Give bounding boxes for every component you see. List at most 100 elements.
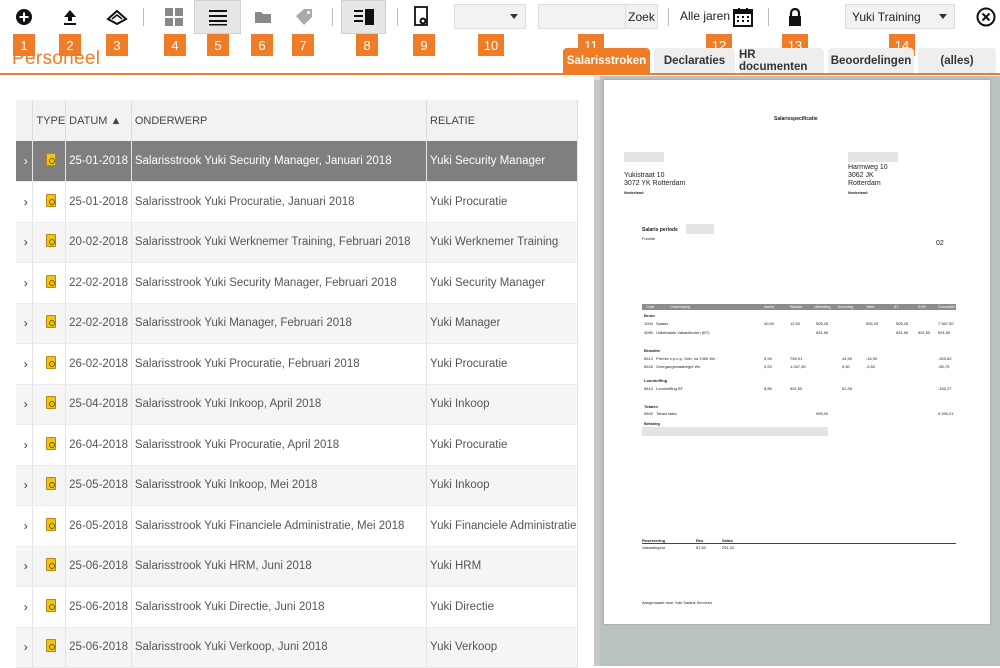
expand-row-icon[interactable]: ›: [16, 384, 34, 425]
redacted-block: [624, 152, 664, 162]
tab-hr-documenten[interactable]: HR documenten: [739, 48, 824, 74]
payslip-line-desc: Premie c.p.n.p. Geb. na 1950 Wn: [656, 356, 716, 361]
column-header-onderwerp[interactable]: ONDERWERP: [131, 100, 428, 141]
type-select[interactable]: [454, 4, 526, 29]
relatie-cell: Yuki Inkoop: [426, 465, 578, 506]
expand-row-icon[interactable]: ›: [16, 505, 34, 547]
payslip-column-header: Tabel: [866, 305, 875, 309]
close-icon[interactable]: [973, 4, 999, 30]
domain-select[interactable]: Yuki Training: [845, 4, 955, 29]
payslip-line-code: 1000: [644, 321, 653, 326]
type-cell: [32, 181, 67, 223]
datum-cell: 25-04-2018: [65, 384, 132, 425]
expand-row-icon[interactable]: ›: [16, 424, 34, 466]
table-row[interactable]: › 26-05-2018 Salarisstrook Yuki Financiele…: [16, 505, 578, 547]
reservation-item: Vakantiegeld: [642, 545, 665, 550]
relatie-cell: Yuki Security Manager: [426, 262, 578, 304]
expand-row-icon[interactable]: ›: [16, 181, 34, 223]
table-row[interactable]: › 22-02-2018 Salarisstrook Yuki Security M…: [16, 262, 578, 304]
payslip-line-bt: 506,25: [896, 321, 909, 326]
payslip-document-icon: [45, 517, 56, 531]
relatie-cell: Yuki Directie: [426, 586, 578, 628]
search-button[interactable]: Zoek: [626, 4, 658, 29]
folder-icon[interactable]: [250, 4, 276, 30]
calendar-icon[interactable]: [730, 4, 756, 30]
table-row[interactable]: › 26-02-2018 Salarisstrook Yuki Procuratie…: [16, 343, 578, 385]
payslip-column-header: Omschrijving: [670, 305, 691, 309]
payslip-document-icon: [45, 234, 56, 248]
preview-pane-icon[interactable]: [351, 4, 377, 30]
payslip-line-uit: 591,50: [816, 330, 829, 335]
sender-country: Nederland: [624, 190, 644, 195]
toolbar: Zoek Alle jaren Yuki Training: [0, 0, 1000, 34]
table-row[interactable]: › 25-05-2018 Salarisstrook Yuki Inkoop, Me…: [16, 465, 578, 506]
column-header-relatie[interactable]: RELATIE: [426, 100, 578, 141]
expand-row-icon[interactable]: ›: [16, 465, 34, 506]
tab-alles[interactable]: (alles): [918, 48, 996, 74]
payslip-column-header: Inhouding: [838, 305, 854, 309]
toolbar-divider: [668, 8, 669, 26]
expand-row-icon[interactable]: ›: [16, 546, 34, 587]
callout-badge: 10: [478, 34, 504, 56]
column-header-type[interactable]: TYPE: [32, 100, 67, 141]
payslip-line-code: 6514: [644, 356, 653, 361]
type-cell: [32, 343, 67, 385]
table-row[interactable]: › 25-01-2018 Salarisstrook Yuki Procuratie…: [16, 181, 578, 223]
table-row[interactable]: › 22-02-2018 Salarisstrook Yuki Manager, F…: [16, 303, 578, 344]
payslip-line-waarde: 755,91: [790, 356, 803, 361]
document-settings-icon[interactable]: [409, 4, 435, 30]
relatie-cell: Yuki Security Manager: [426, 141, 578, 182]
payslip-document-icon: [45, 315, 56, 329]
onderwerp-cell: Salarisstrook Yuki Procuratie, Februari …: [131, 343, 428, 385]
lock-icon[interactable]: [782, 4, 808, 30]
table-row[interactable]: › 25-06-2018 Salarisstrook Yuki Directie, …: [16, 586, 578, 628]
expand-row-icon[interactable]: ›: [16, 627, 34, 668]
years-filter-label[interactable]: Alle jaren: [680, 9, 730, 23]
list-view-icon[interactable]: [205, 4, 231, 30]
toolbar-divider: [768, 8, 769, 26]
payslip-line-aantal: 8,85: [764, 386, 772, 391]
tab-salarisstroken[interactable]: Salarisstroken: [563, 48, 650, 74]
type-cell: [32, 627, 67, 668]
tab-declaraties[interactable]: Declaraties: [654, 48, 735, 74]
tab-beoordelingen[interactable]: Beoordelingen: [828, 48, 914, 74]
expand-row-icon[interactable]: ›: [16, 303, 34, 344]
upload-icon[interactable]: [57, 4, 83, 30]
onderwerp-cell: Salarisstrook Yuki Manager, Februari 201…: [131, 303, 428, 344]
relatie-cell: Yuki HRM: [426, 546, 578, 587]
expand-row-icon[interactable]: ›: [16, 222, 34, 263]
table-row[interactable]: › 26-04-2018 Salarisstrook Yuki Procuratie…: [16, 424, 578, 466]
payslip-line-code: 9800: [644, 411, 653, 416]
expand-row-icon[interactable]: ›: [16, 262, 34, 304]
table-row[interactable]: › 20-02-2018 Salarisstrook Yuki Werknemer …: [16, 222, 578, 263]
datum-cell: 26-05-2018: [65, 505, 132, 547]
onderwerp-cell: Salarisstrook Yuki Financiele Administra…: [131, 505, 428, 547]
payslip-line-code: 4050: [644, 330, 653, 335]
payslip-line-waarde: 591,50: [790, 386, 803, 391]
table-row[interactable]: › 25-06-2018 Salarisstrook Yuki Verkoop, J…: [16, 627, 578, 668]
payslip-document-icon: [45, 193, 56, 207]
column-header-datum[interactable]: DATUM ▲: [65, 100, 132, 141]
payslip-section-label: Loonheffing: [644, 378, 668, 383]
table-row[interactable]: › 25-01-2018 Salarisstrook Yuki Security M…: [16, 141, 578, 182]
payslip-section-label: Betaling: [644, 421, 660, 426]
table-row[interactable]: › 25-06-2018 Salarisstrook Yuki HRM, Juni …: [16, 546, 578, 587]
datum-cell: 25-01-2018: [65, 181, 132, 223]
add-icon[interactable]: [11, 4, 37, 30]
callout-badge: 3: [106, 34, 128, 56]
payslip-document-icon: [45, 396, 56, 410]
tile-view-icon[interactable]: [161, 4, 187, 30]
scan-icon[interactable]: [104, 4, 130, 30]
expand-row-icon[interactable]: ›: [16, 586, 34, 628]
toolbar-divider: [397, 8, 398, 26]
search-input[interactable]: [538, 4, 626, 29]
table-row[interactable]: › 25-04-2018 Salarisstrook Yuki Inkoop, Ap…: [16, 384, 578, 425]
payslip-line-waarde: 1.047,35: [790, 364, 806, 369]
expand-row-icon[interactable]: ›: [16, 141, 34, 182]
datum-cell: 26-02-2018: [65, 343, 132, 385]
expand-row-icon[interactable]: ›: [16, 343, 34, 385]
payslip-preview[interactable]: Salarisspecificatie Yukistraat 10 3072 Y…: [604, 80, 990, 624]
tags-icon[interactable]: [291, 4, 317, 30]
onderwerp-cell: Salarisstrook Yuki Verkoop, Juni 2018: [131, 627, 428, 668]
table-header-row: TYPE DATUM ▲ ONDERWERP RELATIE: [16, 100, 578, 141]
